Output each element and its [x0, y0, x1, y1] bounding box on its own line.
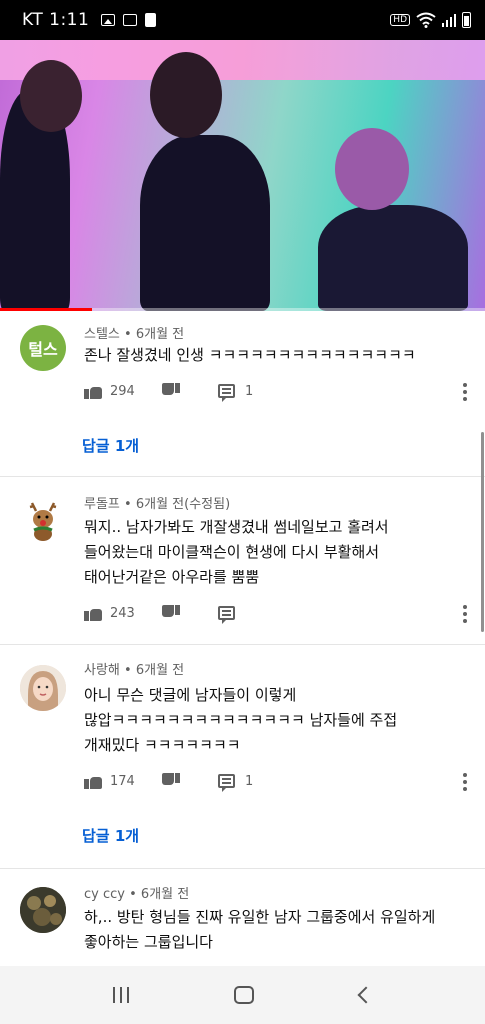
comment-meta: cy ccy • 6개월 전 [84, 887, 190, 902]
view-replies-link[interactable]: 답글 1개 [82, 435, 139, 456]
reply-icon [218, 774, 235, 792]
like-count: 294 [110, 383, 135, 399]
performer-right-head [335, 128, 409, 210]
comment-item: 털스 스텔스 • 6개월 전 존나 잘생겼네 인생 ㅋㅋㅋㅋㅋㅋㅋㅋㅋㅋㅋㅋㅋㅋ… [0, 311, 485, 477]
comment-actions: 174 1 [84, 773, 254, 792]
reply-button[interactable]: 1 [218, 773, 254, 792]
comment-text: 아니 무슨 댓글에 남자들이 이렇게 많압ㅋㅋㅋㅋㅋㅋㅋㅋㅋㅋㅋㅋㅋㅋ 남자들에… [84, 686, 398, 754]
battery-icon [462, 12, 471, 28]
status-bar: KT 1:11 HD [0, 0, 485, 40]
gallery-icon [101, 14, 116, 26]
dislike-button[interactable] [162, 773, 218, 789]
dislike-button[interactable] [162, 383, 218, 399]
comment-actions: 243 [84, 605, 245, 624]
comment-item: 루돌프 • 6개월 전(수정됨) 뭐지.. 남자가봐도 개잘생겼내 썸네일보고 … [0, 477, 485, 645]
back-icon[interactable] [357, 986, 375, 1004]
performer-center-head [150, 52, 222, 138]
comment-text: 하,.. 방탄 형님들 진짜 유일한 남자 그룹중에서 유일하게 좋아하는 그룹… [84, 908, 436, 951]
thumbs-up-icon [84, 383, 102, 399]
like-count: 174 [110, 773, 135, 789]
document-icon [145, 13, 157, 27]
video-player[interactable] [0, 40, 485, 311]
comment-age: 6개월 전 [135, 327, 185, 342]
wifi-icon [416, 12, 436, 28]
performer-center [140, 135, 270, 311]
avatar[interactable] [20, 665, 66, 711]
more-options-icon[interactable] [463, 605, 467, 623]
like-button[interactable]: 174 [84, 773, 162, 789]
notification-icons [101, 13, 157, 27]
signal-icon [442, 14, 456, 27]
avatar[interactable] [20, 887, 66, 933]
comment-age: 6개월 전(수정됨) [135, 497, 231, 512]
comment-author[interactable]: 스텔스 [84, 327, 120, 342]
avatar[interactable] [20, 497, 66, 543]
comment-text: 존나 잘생겼네 인생 ㅋㅋㅋㅋㅋㅋㅋㅋㅋㅋㅋㅋㅋㅋㅋ [84, 346, 416, 364]
more-options-icon[interactable] [463, 773, 467, 791]
thumbs-up-icon [84, 605, 102, 621]
avatar[interactable]: 털스 [20, 325, 66, 371]
status-carrier-time: KT 1:11 [22, 10, 90, 30]
reply-count: 1 [245, 383, 254, 399]
thumbs-down-icon [162, 605, 180, 621]
comment-item: cy ccy • 6개월 전 하,.. 방탄 형님들 진짜 유일한 남자 그룹중… [0, 869, 485, 966]
system-nav-bar [0, 966, 485, 1024]
view-replies-link[interactable]: 답글 1개 [82, 825, 139, 846]
performer-left-head [20, 60, 82, 132]
like-button[interactable]: 243 [84, 605, 162, 621]
dislike-button[interactable] [162, 605, 218, 621]
comment-meta: 사랑해 • 6개월 전 [84, 663, 185, 678]
profile-photo-icon [20, 665, 66, 711]
thumbs-up-icon [84, 773, 102, 789]
comment-author[interactable]: cy ccy [84, 887, 125, 902]
more-options-icon[interactable] [463, 383, 467, 401]
comment-actions: 294 1 [84, 383, 254, 402]
reply-button[interactable]: 1 [218, 383, 254, 402]
comment-author[interactable]: 사랑해 [84, 663, 120, 678]
hd-voice-icon: HD [390, 14, 410, 26]
reply-icon [218, 384, 235, 402]
comment-meta: 스텔스 • 6개월 전 [84, 327, 185, 342]
comment-text: 뭐지.. 남자가봐도 개잘생겼내 썸네일보고 홀려서 들어왔는대 마이클잭슨이 … [84, 518, 389, 586]
thumbs-down-icon [162, 773, 180, 789]
comment-age: 6개월 전 [140, 887, 190, 902]
reply-button[interactable] [218, 606, 245, 624]
image-search-icon [123, 14, 138, 26]
comment-item: 사랑해 • 6개월 전 아니 무슨 댓글에 남자들이 이렇게 많압ㅋㅋㅋㅋㅋㅋㅋ… [0, 645, 485, 869]
comment-meta: 루돌프 • 6개월 전(수정됨) [84, 497, 231, 512]
reply-count: 1 [245, 773, 254, 789]
comment-author[interactable]: 루돌프 [84, 497, 120, 512]
reindeer-icon [29, 502, 57, 541]
thumbs-down-icon [162, 383, 180, 399]
comments-list[interactable]: 털스 스텔스 • 6개월 전 존나 잘생겼네 인생 ㅋㅋㅋㅋㅋㅋㅋㅋㅋㅋㅋㅋㅋㅋ… [0, 311, 485, 966]
like-count: 243 [110, 605, 135, 621]
profile-photo-icon [20, 887, 66, 933]
reply-icon [218, 606, 235, 624]
system-icons: HD [390, 12, 471, 28]
like-button[interactable]: 294 [84, 383, 162, 399]
comment-age: 6개월 전 [135, 663, 185, 678]
performer-right [318, 205, 468, 311]
home-icon[interactable] [234, 986, 255, 1004]
scrollbar[interactable] [481, 432, 484, 632]
recent-apps-icon[interactable] [112, 987, 129, 1003]
